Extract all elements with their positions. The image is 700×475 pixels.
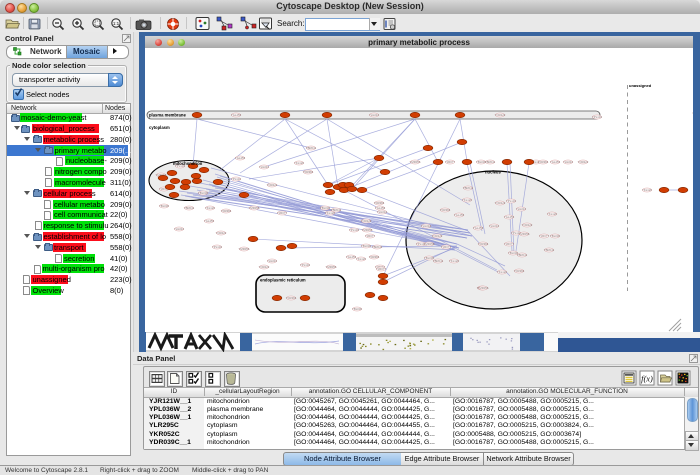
svg-text:YBR041: YBR041 <box>463 186 474 190</box>
svg-text:YJR077: YJR077 <box>277 211 287 215</box>
svg-text:cytoplasm: cytoplasm <box>149 125 170 130</box>
svg-text:YBL030: YBL030 <box>320 206 330 210</box>
svg-text:YMR056: YMR056 <box>362 228 373 232</box>
svg-text:YKL120: YKL120 <box>294 161 304 165</box>
svg-text:YKL120: YKL120 <box>205 206 215 210</box>
svg-text:YDR384: YDR384 <box>538 160 549 164</box>
svg-text:YJR077: YJR077 <box>539 234 549 238</box>
svg-text:YMR056: YMR056 <box>249 206 260 210</box>
svg-text:YOR222: YOR222 <box>432 234 443 238</box>
svg-text:YKL120: YKL120 <box>356 257 366 261</box>
svg-text:YKL120: YKL120 <box>642 188 652 192</box>
svg-text:YKL120: YKL120 <box>325 211 335 215</box>
svg-text:YJR077: YJR077 <box>504 242 514 246</box>
svg-text:nucleus: nucleus <box>485 170 501 175</box>
svg-text:YBR041: YBR041 <box>184 206 195 210</box>
svg-text:mitochondrion: mitochondrion <box>173 161 203 166</box>
svg-text:YMR056: YMR056 <box>478 286 489 290</box>
svg-text:YKL120: YKL120 <box>449 259 459 263</box>
svg-text:f(x): f(x) <box>641 374 653 384</box>
svg-text:YDR384: YDR384 <box>369 255 380 259</box>
svg-text:YMR056: YMR056 <box>410 160 421 164</box>
svg-text:YHL016: YHL016 <box>259 165 270 169</box>
svg-text:YBL030: YBL030 <box>361 244 371 248</box>
svg-text:YMR056: YMR056 <box>326 265 337 269</box>
svg-text:YKL120: YKL120 <box>462 198 472 202</box>
svg-text:YGL255: YGL255 <box>504 215 515 219</box>
svg-text:YPL134: YPL134 <box>592 115 602 119</box>
svg-text:YDR384: YDR384 <box>440 208 451 212</box>
svg-text:YOR222: YOR222 <box>495 113 506 117</box>
svg-text:YBL030: YBL030 <box>159 204 169 208</box>
svg-text:YJR077: YJR077 <box>441 245 451 249</box>
svg-text:YBR041: YBR041 <box>485 160 496 164</box>
svg-text:YDR384: YDR384 <box>514 269 525 273</box>
svg-text:YBR041: YBR041 <box>433 259 444 263</box>
svg-text:YMR056: YMR056 <box>424 242 435 246</box>
svg-text:YDR384: YDR384 <box>478 242 489 246</box>
svg-text:YGL255: YGL255 <box>346 255 357 259</box>
svg-text:YBR041: YBR041 <box>517 253 528 257</box>
svg-text:YKL120: YKL120 <box>497 270 507 274</box>
svg-text:YBR041: YBR041 <box>544 248 555 252</box>
svg-text:YGL255: YGL255 <box>231 113 242 117</box>
svg-text:plasma membrane: plasma membrane <box>149 113 186 118</box>
svg-text:YOR222: YOR222 <box>216 231 227 235</box>
svg-text:YGL255: YGL255 <box>550 160 561 164</box>
svg-text:endoplasmic reticulum: endoplasmic reticulum <box>260 278 306 283</box>
svg-text:YHL016: YHL016 <box>489 224 500 228</box>
svg-text:YHL016: YHL016 <box>369 113 380 117</box>
svg-text:YOR222: YOR222 <box>522 223 533 227</box>
svg-text:YBL030: YBL030 <box>550 234 560 238</box>
svg-text:YKL120: YKL120 <box>547 212 557 216</box>
svg-text:YOR222: YOR222 <box>267 183 278 187</box>
svg-text:YHL016: YHL016 <box>516 207 527 211</box>
svg-text:YPL134: YPL134 <box>231 177 241 181</box>
svg-text:YJR077: YJR077 <box>365 234 375 238</box>
svg-text:YPL134: YPL134 <box>300 263 310 267</box>
svg-text:YOR222: YOR222 <box>361 219 372 223</box>
svg-text:unassigned: unassigned <box>629 83 652 88</box>
svg-text:YJR077: YJR077 <box>445 160 455 164</box>
svg-text:YHL016: YHL016 <box>563 160 574 164</box>
svg-text:YHL016: YHL016 <box>421 224 432 228</box>
svg-text:YGL255: YGL255 <box>235 156 246 160</box>
svg-text:YGL255: YGL255 <box>473 226 484 230</box>
svg-text:YJR077: YJR077 <box>376 267 386 271</box>
svg-text:YHL016: YHL016 <box>174 227 185 231</box>
svg-text:YPL134: YPL134 <box>212 245 222 249</box>
svg-text:YBL030: YBL030 <box>198 191 208 195</box>
svg-text:YOR222: YOR222 <box>259 265 270 269</box>
svg-text:YHL016: YHL016 <box>377 210 388 214</box>
svg-text:YGL255: YGL255 <box>204 219 215 223</box>
svg-text:YPL134: YPL134 <box>349 228 359 232</box>
svg-text:YOR222: YOR222 <box>578 160 589 164</box>
svg-text:YDR384: YDR384 <box>374 201 385 205</box>
svg-text:YBR041: YBR041 <box>306 146 317 150</box>
svg-text:YMR056: YMR056 <box>239 247 250 251</box>
svg-text:YBR041: YBR041 <box>372 245 383 249</box>
svg-text:YDR384: YDR384 <box>286 296 297 300</box>
svg-text:YPL134: YPL134 <box>506 199 516 203</box>
svg-text:YMR056: YMR056 <box>519 232 530 236</box>
svg-text:YDR384: YDR384 <box>221 209 232 213</box>
svg-text:YBL030: YBL030 <box>352 307 362 311</box>
svg-text:YHL016: YHL016 <box>267 259 278 263</box>
svg-text:YDR384: YDR384 <box>303 170 314 174</box>
svg-text:YOR222: YOR222 <box>495 201 506 205</box>
svg-text:YGL255: YGL255 <box>454 213 465 217</box>
svg-text:1:1: 1:1 <box>113 21 120 26</box>
